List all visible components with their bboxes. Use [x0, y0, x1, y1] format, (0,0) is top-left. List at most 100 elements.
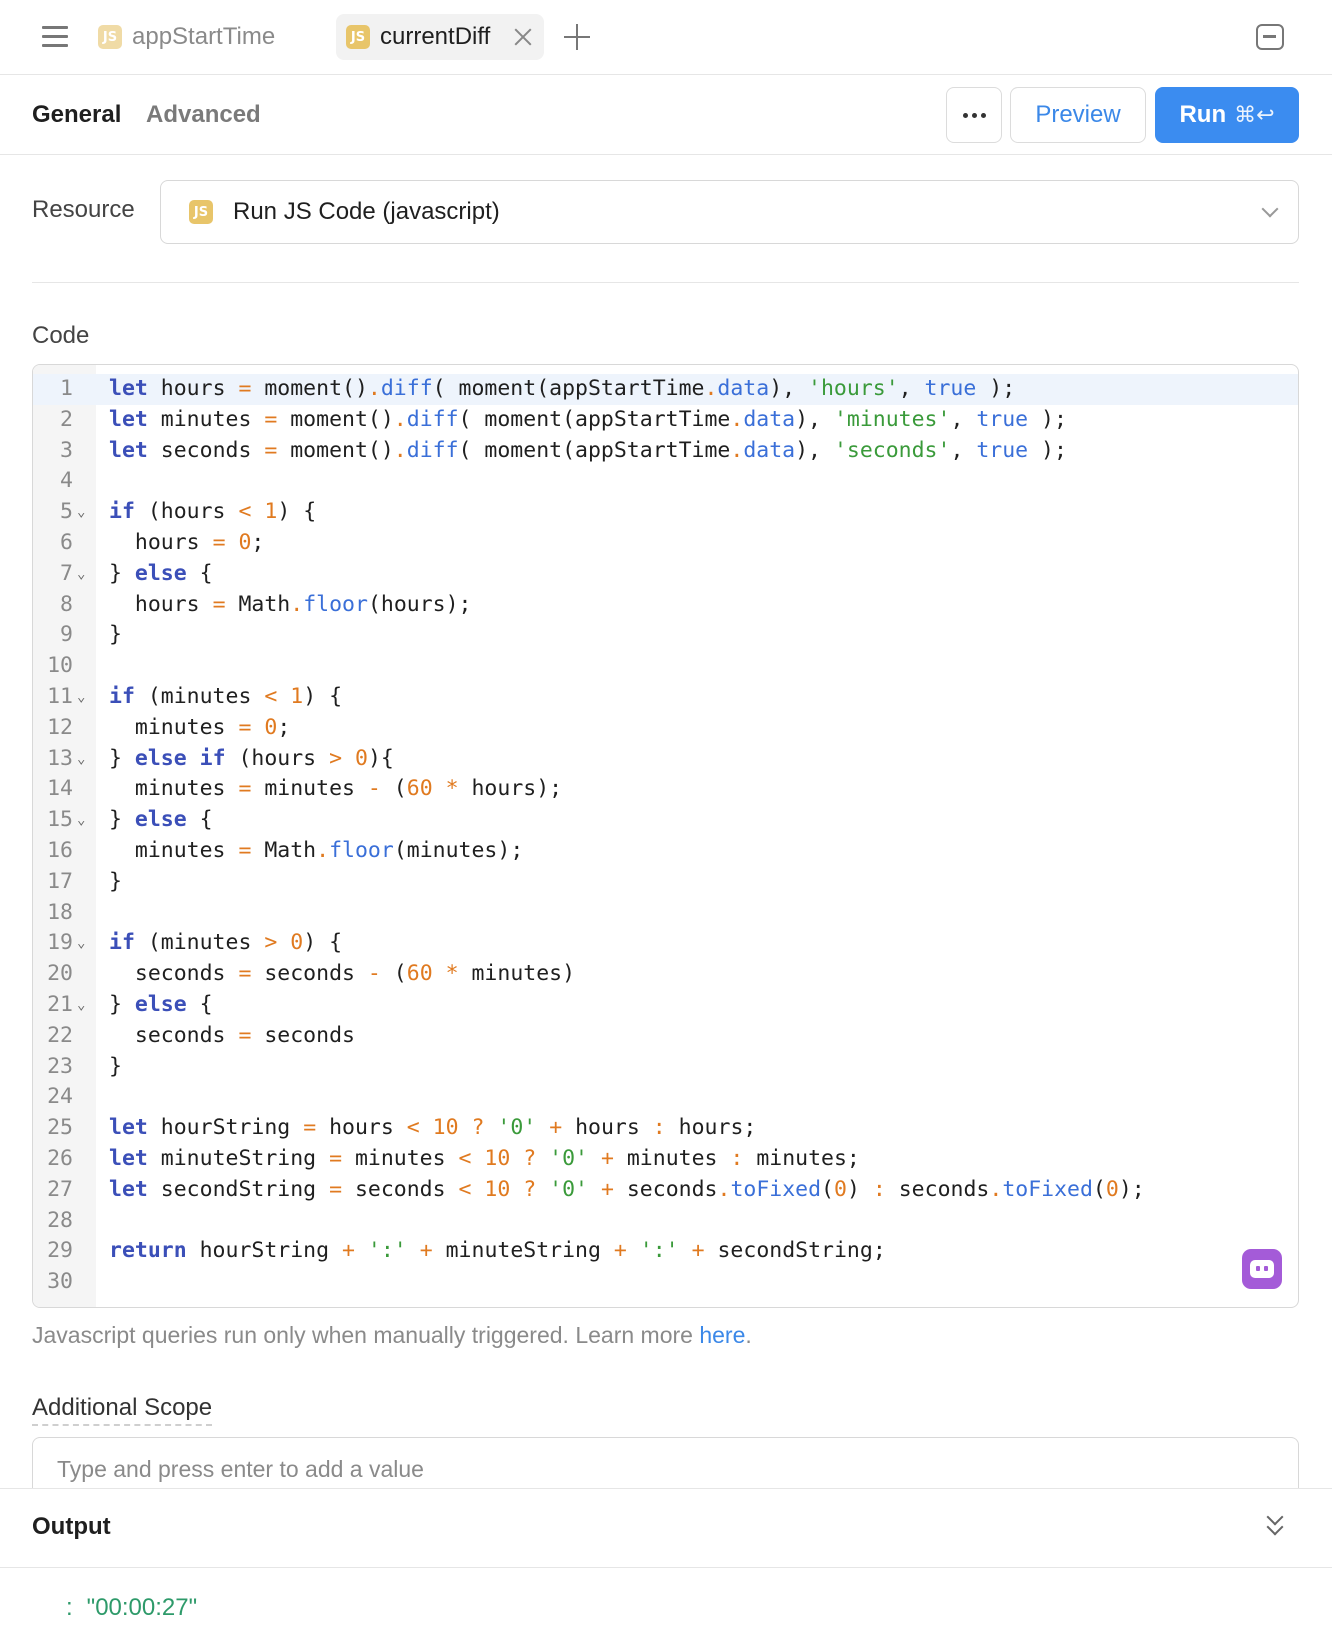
code-line[interactable]: 29 return hourString + ':' + minuteString… [33, 1236, 1298, 1267]
menu-icon[interactable] [42, 26, 68, 48]
code-line[interactable]: 11 ⌄ if (minutes < 1) { [33, 682, 1298, 713]
tab-appstarttime[interactable]: JS appStartTime [88, 14, 285, 60]
js-icon: JS [189, 200, 213, 224]
more-options-button[interactable] [946, 87, 1002, 143]
code-line[interactable]: 12 minutes = 0; [33, 713, 1298, 744]
output-title: Output [32, 1513, 111, 1540]
code-line[interactable]: 3 let seconds = moment().diff( moment(app… [33, 436, 1298, 467]
code-line[interactable]: 18 [33, 898, 1298, 929]
code-line[interactable]: 2 let minutes = moment().diff( moment(app… [33, 405, 1298, 436]
code-line[interactable]: 26 let minuteString = minutes < 10 ? '0' … [33, 1144, 1298, 1175]
fold-chevron-icon[interactable]: ⌄ [77, 805, 85, 836]
add-tab-icon[interactable] [564, 24, 590, 50]
line-number: 10 [47, 653, 73, 679]
code-line[interactable]: 8 hours = Math.floor(hours); [33, 590, 1298, 621]
code-line[interactable]: 17} [33, 867, 1298, 898]
code-text: } else if (hours > 0){ [109, 745, 394, 771]
code-text: hours = Math.floor(hours); [109, 591, 472, 617]
tab-label: appStartTime [132, 23, 276, 50]
code-line[interactable]: 28 [33, 1206, 1298, 1237]
line-number: 29 [47, 1238, 73, 1264]
close-icon[interactable] [510, 24, 536, 50]
code-text: seconds = seconds - (60 * minutes) [109, 961, 576, 987]
expand-output-icon[interactable] [1266, 1508, 1284, 1539]
code-line[interactable]: 1 let hours = moment().diff( moment(appSt… [33, 374, 1298, 405]
more-icon [962, 112, 986, 118]
line-number: 21 [47, 991, 73, 1017]
line-number: 6 [60, 529, 73, 555]
code-line[interactable]: 24 [33, 1082, 1298, 1113]
line-number: 20 [47, 961, 73, 987]
line-number: 13 [47, 745, 73, 771]
code-line[interactable]: 5 ⌄ if (hours < 1) { [33, 497, 1298, 528]
resource-select[interactable]: JS Run JS Code (javascript) [160, 180, 1299, 244]
line-number: 17 [47, 868, 73, 894]
ai-assistant-icon[interactable] [1242, 1249, 1282, 1289]
line-number: 12 [47, 714, 73, 740]
code-line[interactable]: 25 let hourString = hours < 10 ? '0' + ho… [33, 1113, 1298, 1144]
query-tab-bar: JS appStartTime JS currentDiff [0, 0, 1332, 75]
code-editor[interactable]: 1 let hours = moment().diff( moment(appSt… [32, 364, 1299, 1308]
code-text: let minutes = moment().diff( moment(appS… [109, 406, 1067, 432]
fold-chevron-icon[interactable]: ⌄ [77, 990, 85, 1021]
divider [32, 282, 1299, 283]
js-query-hint: Javascript queries run only when manuall… [32, 1322, 752, 1349]
code-text: let hourString = hours < 10 ? '0' + hour… [109, 1115, 757, 1141]
tab-currentdiff[interactable]: JS currentDiff [336, 14, 544, 60]
line-number: 25 [47, 1115, 73, 1141]
code-text: } else { [109, 560, 213, 586]
code-line[interactable]: 15 ⌄} else { [33, 805, 1298, 836]
fold-chevron-icon[interactable]: ⌄ [77, 497, 85, 528]
line-number: 4 [60, 468, 73, 494]
line-number: 27 [47, 1176, 73, 1202]
code-text: minutes = minutes - (60 * hours); [109, 776, 563, 802]
preview-button[interactable]: Preview [1010, 87, 1146, 143]
fold-chevron-icon[interactable]: ⌄ [77, 682, 85, 713]
line-number: 19 [47, 930, 73, 956]
query-toolbar: General Advanced Preview Run ⌘↩ [0, 75, 1332, 155]
code-text: } [109, 868, 122, 894]
run-label: Run [1179, 101, 1227, 128]
code-line[interactable]: 21 ⌄} else { [33, 990, 1298, 1021]
collapse-panel-icon[interactable] [1256, 24, 1284, 50]
hint-text: Javascript queries run only when manuall… [32, 1322, 700, 1348]
line-number: 14 [47, 776, 73, 802]
code-line[interactable]: 16 minutes = Math.floor(minutes); [33, 836, 1298, 867]
learn-more-link[interactable]: here [699, 1322, 745, 1348]
run-shortcut: ⌘↩ [1234, 102, 1275, 128]
code-line[interactable]: 10 [33, 651, 1298, 682]
line-number: 5 [60, 499, 73, 525]
line-number: 3 [60, 437, 73, 463]
code-line[interactable]: 4 [33, 466, 1298, 497]
code-line[interactable]: 27 let secondString = seconds < 10 ? '0' … [33, 1175, 1298, 1206]
fold-chevron-icon[interactable]: ⌄ [77, 559, 85, 590]
tab-advanced[interactable]: Advanced [146, 101, 261, 129]
line-number: 30 [47, 1269, 73, 1295]
code-line[interactable]: 7 ⌄} else { [33, 559, 1298, 590]
code-text: seconds = seconds [109, 1022, 355, 1048]
line-number: 16 [47, 837, 73, 863]
code-text: let seconds = moment().diff( moment(appS… [109, 437, 1067, 463]
code-line[interactable]: 6 hours = 0; [33, 528, 1298, 559]
line-number: 22 [47, 1022, 73, 1048]
line-number: 23 [47, 1053, 73, 1079]
code-line[interactable]: 22 seconds = seconds [33, 1021, 1298, 1052]
code-line[interactable]: 30 [33, 1267, 1298, 1298]
code-line[interactable]: 23} [33, 1052, 1298, 1083]
line-number: 8 [60, 591, 73, 617]
line-number: 26 [47, 1145, 73, 1171]
resource-value: Run JS Code (javascript) [233, 198, 500, 225]
code-text: if (hours < 1) { [109, 499, 317, 525]
code-line[interactable]: 14 minutes = minutes - (60 * hours); [33, 774, 1298, 805]
output-colon: : [66, 1594, 73, 1621]
line-number: 2 [60, 406, 73, 432]
code-line[interactable]: 9} [33, 620, 1298, 651]
run-button[interactable]: Run ⌘↩ [1155, 87, 1299, 143]
fold-chevron-icon[interactable]: ⌄ [77, 744, 85, 775]
line-number: 15 [47, 807, 73, 833]
tab-general[interactable]: General [32, 101, 121, 129]
fold-chevron-icon[interactable]: ⌄ [77, 928, 85, 959]
code-line[interactable]: 20 seconds = seconds - (60 * minutes) [33, 959, 1298, 990]
code-line[interactable]: 19 ⌄ if (minutes > 0) { [33, 928, 1298, 959]
code-line[interactable]: 13 ⌄ } else if (hours > 0){ [33, 744, 1298, 775]
